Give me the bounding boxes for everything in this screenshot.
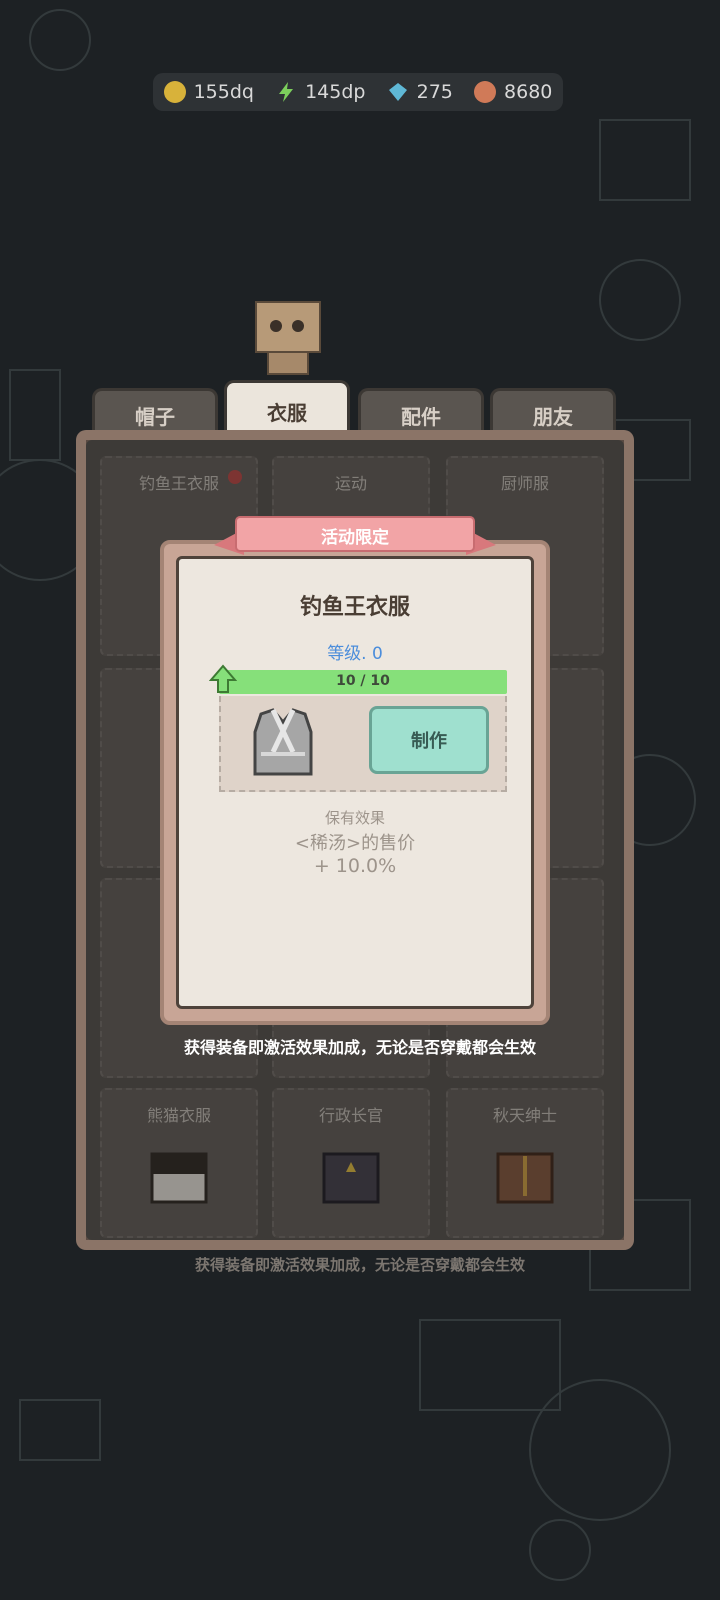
fishing-vest-icon — [253, 708, 313, 776]
up-arrow-icon — [209, 664, 237, 693]
currency-gold[interactable]: 155dq — [163, 81, 254, 103]
footer-note: 获得装备即激活效果加成，无论是否穿戴都会生效 — [194, 1256, 525, 1274]
modal-body: 钓鱼王衣服 等级. 0 10 / 10 制作 保有效果 <稀汤>的售价 + 10… — [176, 556, 534, 1009]
progress-text: 10 / 10 — [336, 673, 390, 689]
limited-event-ribbon: 活动限定 — [214, 515, 496, 559]
modal-note: 获得装备即激活效果加成，无论是否穿戴都会生效 — [183, 1038, 536, 1057]
progress-bar: 10 / 10 — [209, 664, 507, 696]
blue-gem-icon — [388, 83, 407, 101]
meat-icon — [474, 81, 497, 103]
modal-title: 钓鱼王衣服 — [299, 595, 410, 620]
level-label: 等级. 0 — [327, 644, 383, 664]
item-preview-box: 制作 — [219, 696, 507, 792]
currency-gem[interactable]: 275 — [387, 81, 453, 103]
item-detail-modal: 钓鱼王衣服 等级. 0 10 / 10 制作 保有效果 <稀汤>的售价 + 10… — [160, 540, 550, 1025]
currency-meat[interactable]: 8680 — [474, 81, 552, 103]
lightning-icon — [279, 82, 294, 102]
currency-energy-value: 145dp — [305, 81, 366, 103]
currency-gold-value: 155dq — [193, 81, 254, 103]
effect-description: <稀汤>的售价 — [294, 833, 416, 854]
currency-bar: 155dq 145dp 275 8680 — [153, 73, 563, 111]
ribbon-label: 活动限定 — [321, 528, 389, 548]
currency-energy[interactable]: 145dp — [275, 81, 365, 103]
paper-bag-character — [255, 301, 321, 375]
currency-meat-value: 8680 — [504, 81, 553, 103]
gold-coin-icon — [163, 81, 186, 103]
effect-header: 保有效果 — [324, 809, 385, 827]
currency-gem-value: 275 — [416, 81, 453, 103]
make-button[interactable]: 制作 — [369, 706, 489, 774]
effect-value: + 10.0% — [313, 855, 397, 877]
